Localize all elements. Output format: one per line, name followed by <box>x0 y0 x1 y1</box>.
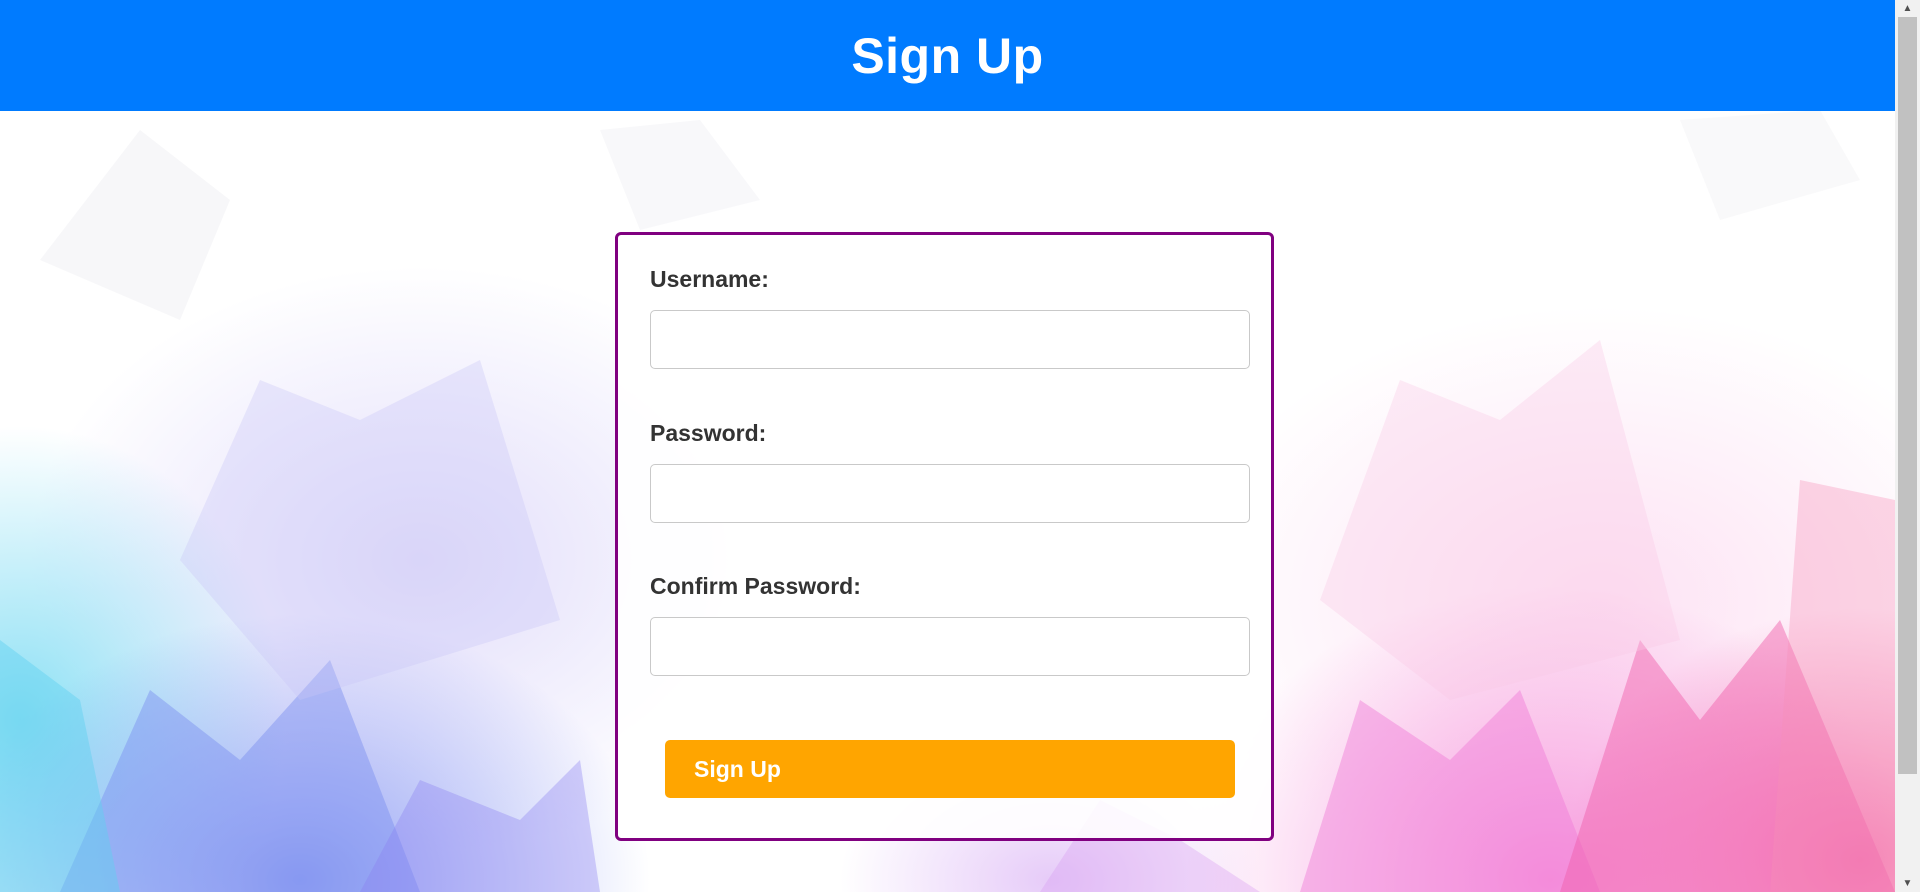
confirm-password-input[interactable] <box>650 617 1250 676</box>
scroll-up-arrow-icon[interactable]: ▲ <box>1895 0 1920 17</box>
vertical-scrollbar[interactable]: ▲ ▼ <box>1895 0 1920 892</box>
password-input[interactable] <box>650 464 1250 523</box>
confirm-password-label: Confirm Password: <box>650 573 861 599</box>
scrollbar-thumb[interactable] <box>1898 17 1917 774</box>
scroll-down-arrow-icon[interactable]: ▼ <box>1895 875 1920 892</box>
page-header: Sign Up <box>0 0 1895 111</box>
page-title: Sign Up <box>851 27 1044 84</box>
signup-form: Username: Password: Confirm Password: Si… <box>615 232 1274 841</box>
username-label: Username: <box>650 266 769 292</box>
password-label: Password: <box>650 420 767 446</box>
sign-up-button[interactable]: Sign Up <box>665 740 1235 798</box>
page: Sign Up Username: Password: Confirm Pass… <box>0 0 1895 892</box>
username-input[interactable] <box>650 310 1250 369</box>
